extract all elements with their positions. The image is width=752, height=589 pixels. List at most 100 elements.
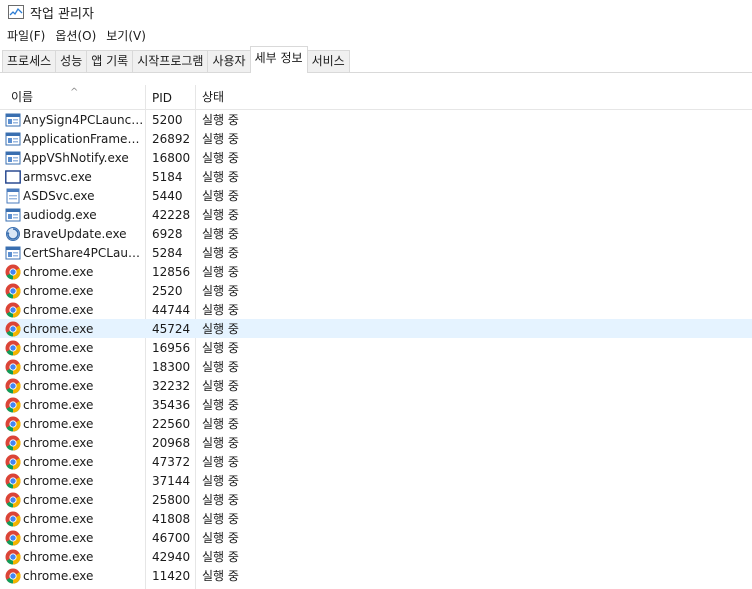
cell-name: AnySign4PCLaunch... xyxy=(0,112,146,128)
service-icon xyxy=(5,188,23,204)
cell-name: chrome.exe xyxy=(0,321,146,337)
table-row[interactable]: CertShare4PCLaunc... 5284 실행 중 xyxy=(0,243,752,262)
cell-name: chrome.exe xyxy=(0,416,146,432)
menu-options[interactable]: 옵션(O) xyxy=(50,27,101,44)
chrome-icon xyxy=(5,568,23,584)
table-row[interactable]: chrome.exe 18300 실행 중 xyxy=(0,357,752,376)
process-name: audiodg.exe xyxy=(23,207,97,222)
table-row[interactable]: ApplicationFrameHo... 26892 실행 중 xyxy=(0,129,752,148)
process-name: ASDSvc.exe xyxy=(23,188,95,203)
window-app-icon xyxy=(5,131,23,147)
table-header: ^ 이름 PID 상태 xyxy=(0,85,752,110)
menu-view[interactable]: 보기(V) xyxy=(101,27,151,44)
process-name: CertShare4PCLaunc... xyxy=(23,245,146,260)
cell-pid: 26892 xyxy=(152,131,191,146)
chrome-icon xyxy=(5,397,23,413)
tab-processes[interactable]: 프로세스 xyxy=(2,50,57,72)
tab-details[interactable]: 세부 정보 xyxy=(249,46,308,73)
table-row[interactable]: chrome.exe 37144 실행 중 xyxy=(0,471,752,490)
cell-status: 실행 중 xyxy=(202,455,239,469)
table-row[interactable]: chrome.exe 2520 실행 중 xyxy=(0,281,752,300)
table-row[interactable]: BraveUpdate.exe 6928 실행 중 xyxy=(0,224,752,243)
cell-name: chrome.exe xyxy=(0,492,146,508)
window-app-icon xyxy=(5,207,23,223)
table-row[interactable]: chrome.exe 20968 실행 중 xyxy=(0,433,752,452)
table-row[interactable]: chrome.exe 11420 실행 중 xyxy=(0,566,752,585)
cell-name: chrome.exe xyxy=(0,264,146,280)
table-row[interactable]: ASDSvc.exe 5440 실행 중 xyxy=(0,186,752,205)
tab-performance[interactable]: 성능 xyxy=(55,50,88,72)
cell-pid: 35436 xyxy=(152,397,191,412)
process-name: chrome.exe xyxy=(23,549,94,564)
process-name: chrome.exe xyxy=(23,340,94,355)
chrome-icon xyxy=(5,492,23,508)
tab-users[interactable]: 사용자 xyxy=(207,50,251,72)
process-name: ApplicationFrameHo... xyxy=(23,131,146,146)
process-name: chrome.exe xyxy=(23,321,94,336)
cell-pid: 6928 xyxy=(152,226,183,241)
chrome-icon xyxy=(5,473,23,489)
process-name: chrome.exe xyxy=(23,359,94,374)
chrome-icon xyxy=(5,359,23,375)
chrome-icon xyxy=(5,416,23,432)
table-row[interactable]: AnySign4PCLaunch... 5200 실행 중 xyxy=(0,110,752,129)
cell-status: 실행 중 xyxy=(202,170,239,184)
cell-name: chrome.exe xyxy=(0,340,146,356)
cell-status: 실행 중 xyxy=(202,246,239,260)
cell-name: chrome.exe xyxy=(0,511,146,527)
table-row[interactable]: chrome.exe 16956 실행 중 xyxy=(0,338,752,357)
menu-bar: 파일(F) 옵션(O) 보기(V) xyxy=(0,24,752,46)
cell-name: BraveUpdate.exe xyxy=(0,226,146,242)
cell-status: 실행 중 xyxy=(202,113,239,127)
cell-pid: 32232 xyxy=(152,378,191,393)
table-row[interactable]: chrome.exe 47372 실행 중 xyxy=(0,452,752,471)
table-row[interactable]: chrome.exe 35436 실행 중 xyxy=(0,395,752,414)
tab-startup[interactable]: 시작프로그램 xyxy=(132,50,209,72)
cell-pid: 5284 xyxy=(152,245,183,260)
cell-name: chrome.exe xyxy=(0,283,146,299)
menu-file[interactable]: 파일(F) xyxy=(2,27,50,44)
process-name: chrome.exe xyxy=(23,454,94,469)
table-row[interactable]: chrome.exe 22560 실행 중 xyxy=(0,414,752,433)
tab-services[interactable]: 서비스 xyxy=(306,50,350,72)
table-row[interactable]: AppVShNotify.exe 16800 실행 중 xyxy=(0,148,752,167)
table-row[interactable]: chrome.exe 46700 실행 중 xyxy=(0,528,752,547)
tab-app-history[interactable]: 앱 기록 xyxy=(86,50,134,72)
table-row[interactable]: chrome.exe 25800 실행 중 xyxy=(0,490,752,509)
table-row[interactable]: chrome.exe 32232 실행 중 xyxy=(0,376,752,395)
title-bar: 작업 관리자 xyxy=(0,0,752,24)
cell-pid: 45724 xyxy=(152,321,191,336)
process-name: chrome.exe xyxy=(23,264,94,279)
column-header-pid[interactable]: PID xyxy=(146,91,196,109)
table-row[interactable]: chrome.exe 44744 실행 중 xyxy=(0,300,752,319)
table-row[interactable]: chrome.exe 45724 실행 중 xyxy=(0,319,752,338)
table-row[interactable]: chrome.exe 41808 실행 중 xyxy=(0,509,752,528)
cell-status: 실행 중 xyxy=(202,132,239,146)
cell-pid: 18300 xyxy=(152,359,191,374)
cell-status: 실행 중 xyxy=(202,379,239,393)
cell-status: 실행 중 xyxy=(202,436,239,450)
cell-status: 실행 중 xyxy=(202,493,239,507)
cell-status: 실행 중 xyxy=(202,569,239,583)
cell-status: 실행 중 xyxy=(202,227,239,241)
cell-pid: 25800 xyxy=(152,492,191,507)
chrome-icon xyxy=(5,321,23,337)
cell-pid: 47372 xyxy=(152,454,191,469)
cell-pid: 5440 xyxy=(152,188,183,203)
cell-pid: 42940 xyxy=(152,549,191,564)
process-name: chrome.exe xyxy=(23,473,94,488)
table-row[interactable]: chrome.exe 42940 실행 중 xyxy=(0,547,752,566)
table-row[interactable]: audiodg.exe 42228 실행 중 xyxy=(0,205,752,224)
table-row[interactable]: armsvc.exe 5184 실행 중 xyxy=(0,167,752,186)
table-row[interactable]: chrome.exe 12856 실행 중 xyxy=(0,262,752,281)
cell-name: ASDSvc.exe xyxy=(0,188,146,204)
cell-name: AppVShNotify.exe xyxy=(0,150,146,166)
cell-status: 실행 중 xyxy=(202,208,239,222)
cell-name: chrome.exe xyxy=(0,530,146,546)
column-header-status[interactable]: 상태 xyxy=(196,88,296,109)
sort-ascending-icon: ^ xyxy=(70,87,79,98)
chrome-icon xyxy=(5,530,23,546)
cell-status: 실행 중 xyxy=(202,265,239,279)
cell-name: ApplicationFrameHo... xyxy=(0,131,146,147)
chrome-icon xyxy=(5,340,23,356)
